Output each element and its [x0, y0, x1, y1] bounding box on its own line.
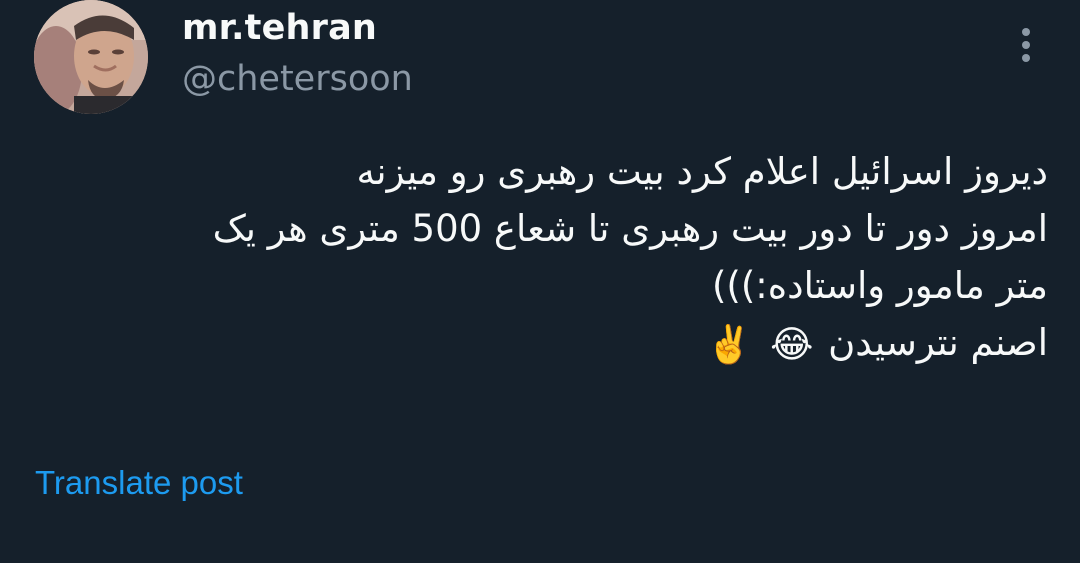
author-display-name[interactable]: mr.tehran	[182, 6, 377, 50]
post-text-line: متر مامور واستاده:)))	[711, 264, 1048, 307]
victory-hand-emoji-icon: ✌️	[706, 323, 753, 366]
author-handle[interactable]: @chetersoon	[182, 57, 413, 101]
more-options-button[interactable]	[1006, 22, 1046, 70]
post-text-line: دیروز اسرائیل اعلام کرد بیت رهبری رو میز…	[356, 150, 1048, 193]
post-text-line: اصنم نترسیدن	[828, 321, 1048, 364]
avatar[interactable]	[34, 0, 148, 114]
translate-post-link[interactable]: Translate post	[35, 462, 243, 504]
post-card: mr.tehran @chetersoon دیروز اسرائیل اعلا…	[0, 0, 1080, 563]
tears-of-joy-emoji-icon: 😂	[770, 323, 814, 366]
post-text-line-with-emoji: اصنم نترسیدن 😂 ✌️	[48, 314, 1048, 373]
post-text: دیروز اسرائیل اعلام کرد بیت رهبری رو میز…	[48, 143, 1048, 373]
post-text-line: امروز دور تا دور بیت رهبری تا شعاع 500 م…	[212, 207, 1048, 250]
more-vertical-icon	[1022, 28, 1030, 36]
avatar-photo	[34, 0, 148, 114]
